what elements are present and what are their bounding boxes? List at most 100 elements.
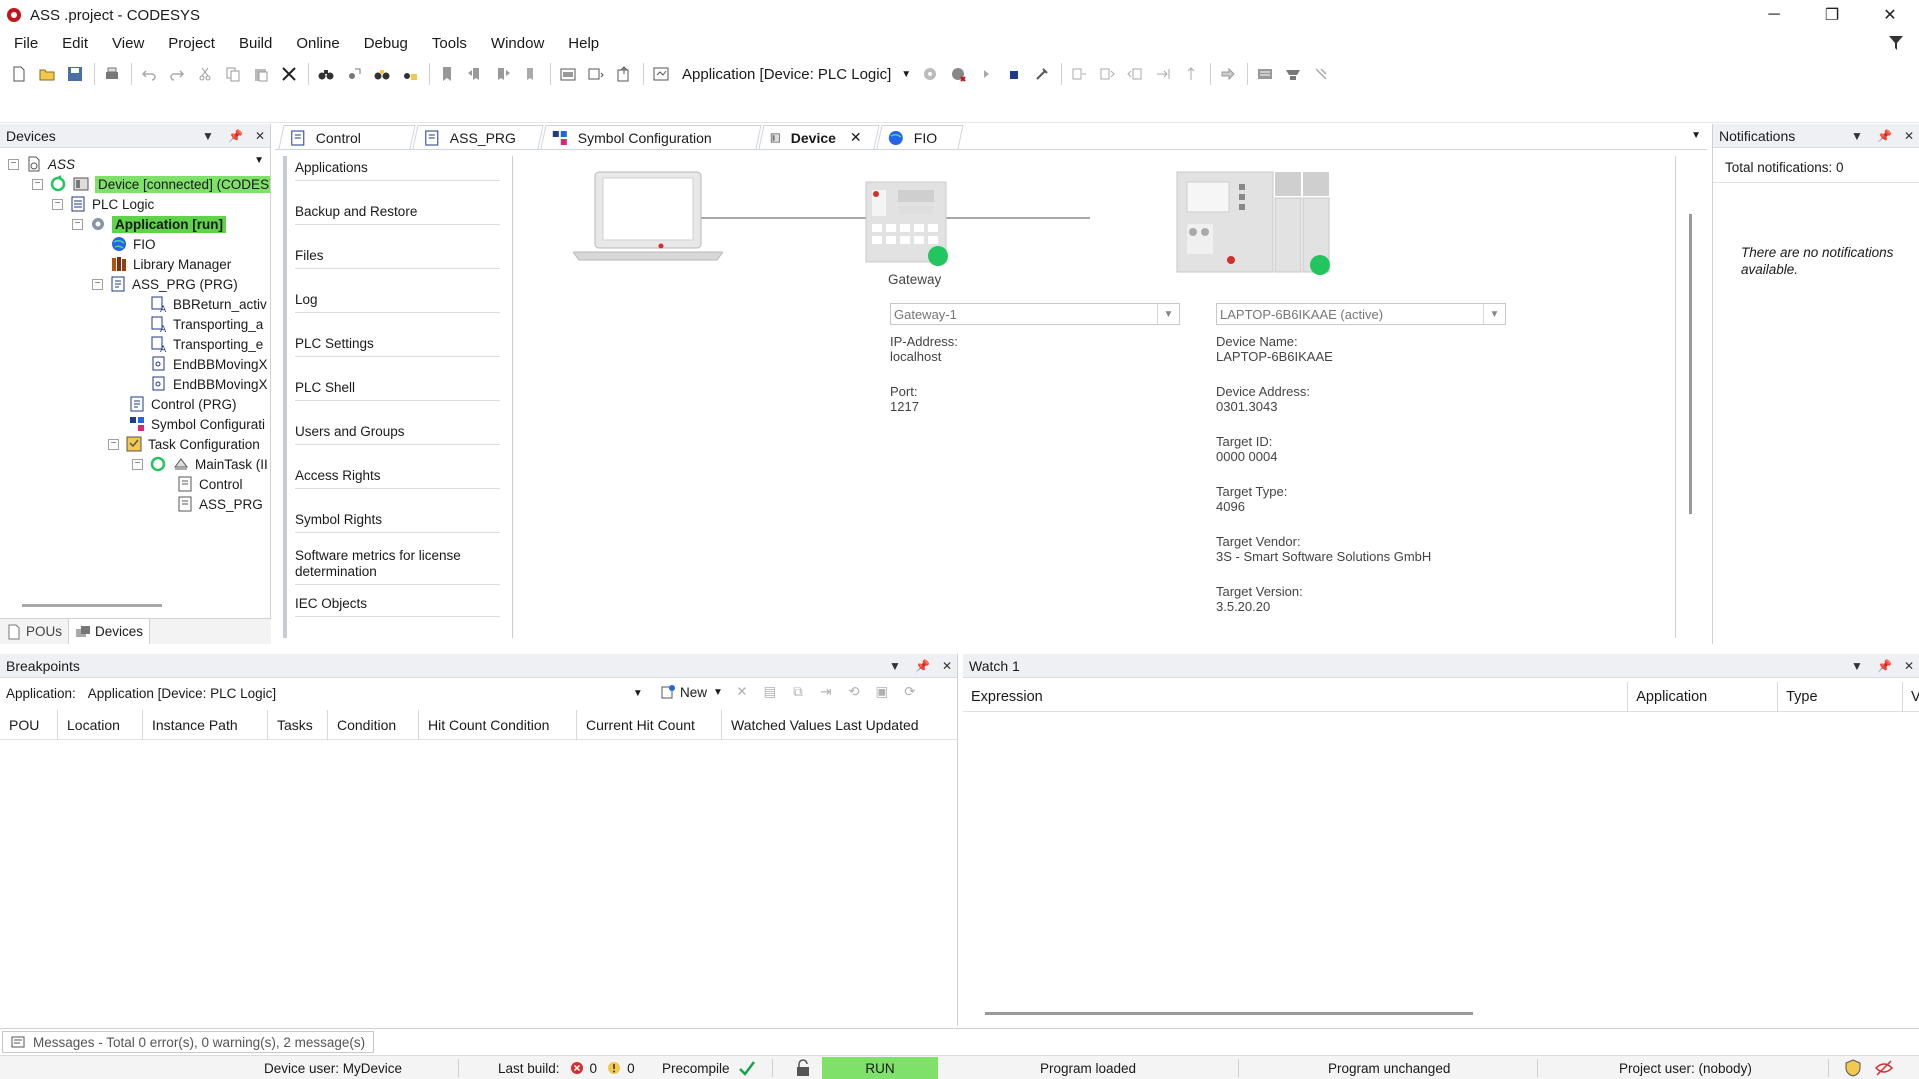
close-tab-icon[interactable]: ✕ [850, 129, 862, 146]
nav-plc-shell[interactable]: PLC Shell [295, 380, 500, 401]
panel-menu-icon[interactable]: ▼ [889, 659, 901, 673]
tree-item-action[interactable]: A Transporting_a [150, 313, 263, 335]
collapse-icon[interactable]: − [8, 158, 19, 170]
close-icon[interactable]: ✕ [1903, 129, 1915, 143]
properties-icon[interactable]: ▤ [761, 683, 779, 701]
bookmark-prev-icon[interactable] [462, 61, 488, 87]
show-current-statement-icon[interactable] [1215, 61, 1241, 87]
collapse-icon[interactable]: − [72, 218, 83, 230]
menu-view[interactable]: View [100, 35, 156, 52]
editor-vertical-scrollbar[interactable] [1689, 214, 1692, 514]
tree-item-task-call[interactable]: Control [176, 473, 243, 495]
delete-icon[interactable]: ✕ [733, 683, 751, 701]
find-next-icon[interactable] [341, 61, 367, 87]
column-type[interactable]: Type [1778, 682, 1903, 712]
tree-item-project[interactable]: − ASS [8, 153, 75, 175]
run-to-cursor-icon[interactable] [1150, 61, 1176, 87]
column-location[interactable]: Location [58, 710, 143, 740]
tree-item-library-manager[interactable]: Library Manager [110, 253, 231, 275]
step-into-icon[interactable] [1094, 61, 1120, 87]
redo-icon[interactable] [164, 61, 190, 87]
tab-list-dropdown-icon[interactable]: ▼ [1691, 130, 1701, 141]
nav-applications[interactable]: Applications [295, 160, 500, 181]
step-out-icon[interactable] [1122, 61, 1148, 87]
tree-item-property[interactable]: EndBBMovingX [150, 353, 268, 375]
device-select[interactable]: LAPTOP-6B6IKAAE (active) ▼ [1216, 303, 1506, 325]
tree-item-maintask[interactable]: − MainTask (II [132, 453, 268, 475]
collapse-icon[interactable]: − [92, 278, 103, 290]
export-icon[interactable] [611, 61, 637, 87]
chevron-down-icon[interactable]: ▼ [254, 155, 264, 166]
nav-users-and-groups[interactable]: Users and Groups [295, 424, 500, 445]
tree-item-control-prg[interactable]: Control (PRG) [128, 393, 237, 415]
tab-symbol-configuration[interactable]: Symbol Configuration [540, 125, 762, 149]
collapse-icon[interactable]: − [52, 198, 63, 210]
watch-horizontal-scrollbar[interactable] [985, 1012, 1473, 1015]
reset-icon[interactable] [1029, 61, 1055, 87]
enable-breakpoint-icon[interactable]: ⟲ [845, 683, 863, 701]
delete-icon[interactable] [276, 61, 302, 87]
go-to-instance-icon[interactable]: ⇥ [817, 683, 835, 701]
nav-iec-objects[interactable]: IEC Objects [295, 596, 500, 617]
column-pou[interactable]: POU [0, 710, 58, 740]
collapse-icon[interactable]: − [32, 178, 43, 190]
gateway-select[interactable]: Gateway-1 ▼ [890, 303, 1180, 325]
copy-icon[interactable] [220, 61, 246, 87]
menu-file[interactable]: File [0, 35, 50, 52]
step-over-icon[interactable] [1066, 61, 1092, 87]
tree-horizontal-scrollbar[interactable] [22, 604, 162, 607]
active-application-combo[interactable]: Application [Device: PLC Logic] ▼ [682, 66, 911, 83]
bookmark-clear-icon[interactable] [518, 61, 544, 87]
panel-menu-icon[interactable]: ▼ [1851, 659, 1863, 673]
menu-build[interactable]: Build [227, 35, 284, 52]
pin-icon[interactable]: 📌 [1877, 129, 1892, 143]
messages-tab[interactable]: Messages - Total 0 error(s), 0 warning(s… [2, 1031, 375, 1053]
pin-icon[interactable]: 📌 [915, 659, 930, 673]
logout-icon[interactable] [945, 61, 971, 87]
browse-icon[interactable] [555, 61, 581, 87]
tab-devices[interactable]: Devices [69, 619, 151, 644]
menu-edit[interactable]: Edit [50, 35, 100, 52]
force-values-icon[interactable] [1280, 61, 1306, 87]
column-hit-count-condition[interactable]: Hit Count Condition [419, 710, 577, 740]
tree-item-fio[interactable]: FIO [110, 233, 156, 255]
column-tasks[interactable]: Tasks [268, 710, 328, 740]
nav-files[interactable]: Files [295, 248, 500, 269]
tab-pous[interactable]: POUs [0, 619, 70, 644]
tree-item-plc-logic[interactable]: − PLC Logic [52, 193, 154, 215]
tree-item-ass-prg[interactable]: − ASS_PRG (PRG) [92, 273, 238, 295]
visibility-off-icon[interactable] [1874, 1059, 1894, 1077]
tree-item-task-configuration[interactable]: − Task Configuration [108, 433, 260, 455]
set-next-statement-icon[interactable] [1178, 61, 1204, 87]
restore-button[interactable]: ❐ [1803, 0, 1861, 30]
column-expression[interactable]: Expression [963, 682, 1629, 712]
menu-online[interactable]: Online [284, 35, 351, 52]
column-value[interactable]: V [1903, 682, 1919, 712]
column-condition[interactable]: Condition [328, 710, 419, 740]
menu-project[interactable]: Project [156, 35, 227, 52]
tree-item-action[interactable]: A BBReturn_activ [150, 293, 267, 315]
minimize-button[interactable]: ─ [1745, 0, 1803, 30]
column-application[interactable]: Application [1628, 682, 1779, 712]
tab-control[interactable]: Control [278, 125, 416, 149]
tab-ass-prg[interactable]: ASS_PRG [412, 125, 544, 149]
write-values-icon[interactable] [1252, 61, 1278, 87]
lock-icon[interactable] [794, 1059, 812, 1077]
nav-backup-and-restore[interactable]: Backup and Restore [295, 204, 500, 225]
insert-object-icon[interactable] [583, 61, 609, 87]
cut-icon[interactable] [192, 61, 218, 87]
unforce-icon[interactable] [1308, 61, 1334, 87]
close-icon[interactable]: ✕ [941, 659, 953, 673]
panel-menu-icon[interactable]: ▼ [202, 129, 214, 143]
bookmark-next-icon[interactable] [490, 61, 516, 87]
save-icon[interactable] [62, 61, 88, 87]
login-icon[interactable] [917, 61, 943, 87]
collapse-icon[interactable]: − [108, 438, 119, 450]
find-icon[interactable] [313, 61, 339, 87]
tree-item-symbol-configuration[interactable]: Symbol Configurati [128, 413, 265, 435]
application-select[interactable]: Application [Device: PLC Logic] ▼ [88, 686, 643, 701]
close-icon[interactable]: ✕ [254, 129, 266, 143]
start-icon[interactable] [973, 61, 999, 87]
menu-window[interactable]: Window [479, 35, 556, 52]
collapse-icon[interactable]: − [132, 458, 143, 470]
